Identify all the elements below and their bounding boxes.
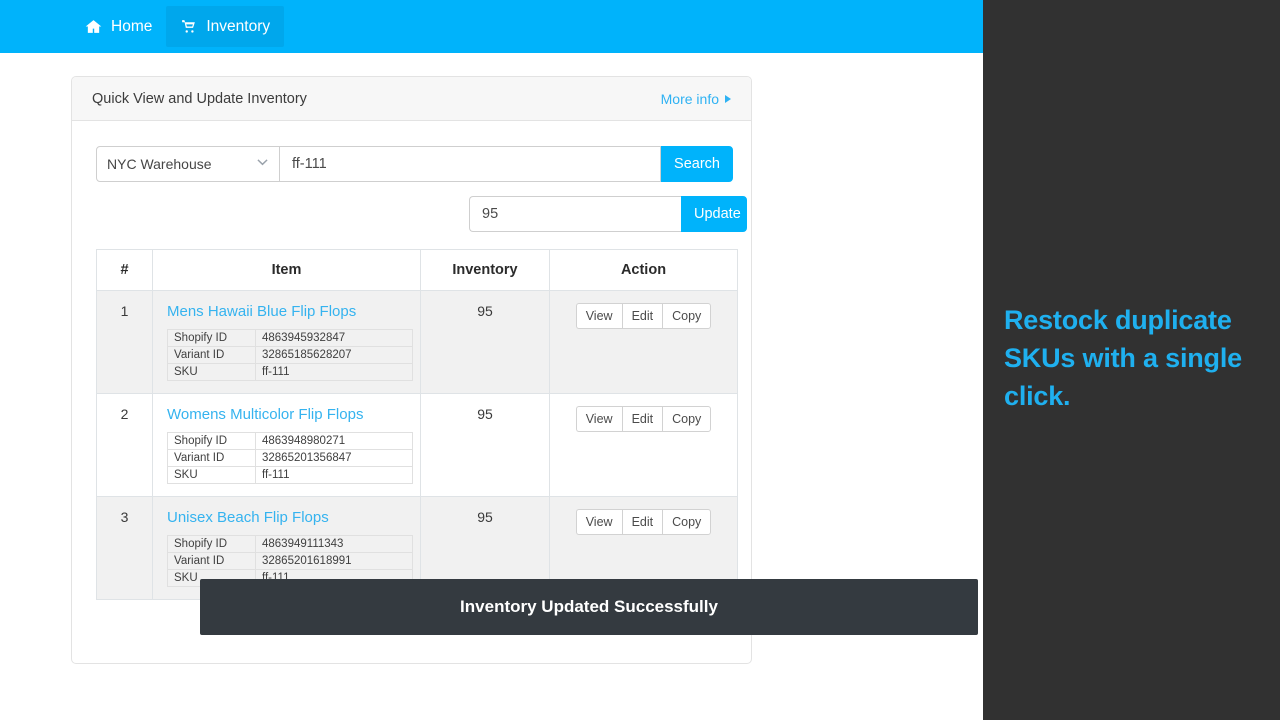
toast-message: Inventory Updated Successfully [460,597,718,616]
detail-value-shopify-id: 4863949111343 [255,535,413,553]
detail-label-variant-id: Variant ID [167,346,256,364]
row-item-cell: Mens Hawaii Blue Flip Flops Shopify ID 4… [152,290,421,394]
promo-panel: Restock duplicate SKUs with a single cli… [983,0,1280,720]
table-row: 1 Mens Hawaii Blue Flip Flops Shopify ID… [96,290,738,394]
nav-item-inventory-label: Inventory [206,18,271,35]
detail-row-variant-id: Variant ID 32865201618991 [167,552,413,570]
detail-label-sku: SKU [167,363,256,381]
action-button-group: View Edit Copy [575,509,712,535]
item-link[interactable]: Mens Hawaii Blue Flip Flops [167,303,356,320]
detail-label-sku: SKU [167,466,256,484]
row-number: 3 [96,496,153,600]
detail-row-variant-id: Variant ID 32865185628207 [167,346,413,364]
copy-button[interactable]: Copy [662,406,712,432]
search-button[interactable]: Search [661,146,733,182]
warehouse-select[interactable]: NYC Warehouse [96,146,280,182]
update-row: Update [469,196,747,232]
warehouse-select-wrapper: NYC Warehouse [96,146,280,182]
card-header: Quick View and Update Inventory More inf… [72,77,751,121]
detail-label-variant-id: Variant ID [167,449,256,467]
search-row: NYC Warehouse Search [96,146,733,182]
shopping-cart-icon [180,18,197,35]
quantity-input[interactable] [469,196,681,232]
detail-value-shopify-id: 4863948980271 [255,432,413,450]
action-button-group: View Edit Copy [575,303,712,329]
detail-value-sku: ff-111 [255,466,413,484]
detail-value-variant-id: 32865201356847 [255,449,413,467]
detail-value-variant-id: 32865201618991 [255,552,413,570]
view-button[interactable]: View [575,406,622,432]
row-inventory: 95 [420,393,550,497]
copy-button[interactable]: Copy [662,509,712,535]
detail-value-sku: ff-111 [255,363,413,381]
col-header-number: # [96,249,153,291]
table-head: # Item Inventory Action [96,249,738,291]
home-icon [85,18,102,35]
nav-item-home[interactable]: Home [71,6,166,47]
inventory-table: # Item Inventory Action 1 Mens Hawaii Bl… [96,249,738,600]
item-link[interactable]: Unisex Beach Flip Flops [167,509,329,526]
row-number: 2 [96,393,153,497]
detail-row-shopify-id: Shopify ID 4863945932847 [167,329,413,347]
inventory-card: Quick View and Update Inventory More inf… [71,76,752,664]
detail-row-sku: SKU ff-111 [167,363,413,381]
action-button-group: View Edit Copy [575,406,712,432]
edit-button[interactable]: Edit [621,509,663,535]
table-header-row: # Item Inventory Action [96,249,738,291]
detail-row-sku: SKU ff-111 [167,466,413,484]
detail-label-shopify-id: Shopify ID [167,329,256,347]
sku-search-input[interactable] [280,146,662,182]
nav-item-home-label: Home [111,18,153,35]
item-detail-table: Shopify ID 4863945932847 Variant ID 3286… [167,329,413,381]
detail-label-variant-id: Variant ID [167,552,256,570]
row-item-cell: Womens Multicolor Flip Flops Shopify ID … [152,393,421,497]
row-inventory: 95 [420,290,550,394]
detail-row-shopify-id: Shopify ID 4863948980271 [167,432,413,450]
promo-headline: Restock duplicate SKUs with a single cli… [1004,305,1242,411]
more-info-link[interactable]: More info [661,91,731,107]
row-number: 1 [96,290,153,394]
edit-button[interactable]: Edit [621,303,663,329]
toast-notification: Inventory Updated Successfully [200,579,978,635]
detail-label-shopify-id: Shopify ID [167,535,256,553]
app-area: Home Inventory Quick View and Update Inv… [0,0,983,720]
screen: Home Inventory Quick View and Update Inv… [0,0,1280,720]
edit-button[interactable]: Edit [621,406,663,432]
copy-button[interactable]: Copy [662,303,712,329]
top-navbar: Home Inventory [0,0,983,53]
detail-row-variant-id: Variant ID 32865201356847 [167,449,413,467]
col-header-action: Action [549,249,738,291]
card-body: NYC Warehouse Search Update [72,121,751,600]
update-button[interactable]: Update [681,196,747,232]
row-actions: View Edit Copy [549,290,738,394]
col-header-inventory: Inventory [420,249,550,291]
more-info-label: More info [660,90,719,107]
row-actions: View Edit Copy [549,393,738,497]
nav-item-inventory[interactable]: Inventory [166,6,285,47]
detail-value-shopify-id: 4863945932847 [255,329,413,347]
detail-row-shopify-id: Shopify ID 4863949111343 [167,535,413,553]
col-header-item: Item [152,249,421,291]
item-link[interactable]: Womens Multicolor Flip Flops [167,406,363,423]
table-row: 2 Womens Multicolor Flip Flops Shopify I… [96,393,738,497]
detail-label-shopify-id: Shopify ID [167,432,256,450]
view-button[interactable]: View [575,509,622,535]
card-title: Quick View and Update Inventory [92,90,307,107]
detail-value-variant-id: 32865185628207 [255,346,413,364]
table-body: 1 Mens Hawaii Blue Flip Flops Shopify ID… [96,290,738,600]
item-detail-table: Shopify ID 4863948980271 Variant ID 3286… [167,432,413,484]
view-button[interactable]: View [575,303,622,329]
caret-right-icon [725,94,731,103]
